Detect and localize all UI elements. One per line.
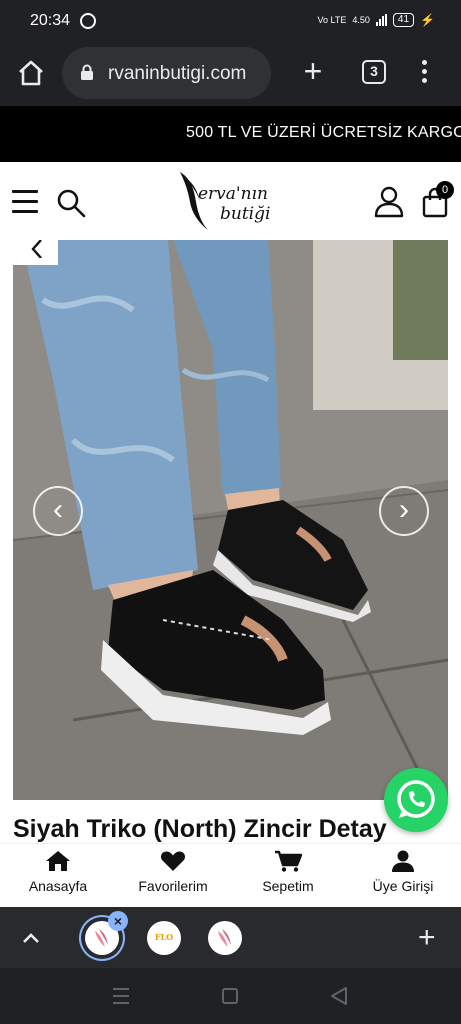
back-chip[interactable]: [13, 240, 58, 265]
address-bar[interactable]: rvaninbutigi.com: [62, 47, 271, 99]
nav-favorites[interactable]: Favorilerim: [118, 850, 228, 904]
status-indicators: Vo LTE 4.50 41 ⚡: [318, 13, 435, 27]
account-icon[interactable]: [374, 186, 404, 218]
tab-switcher-button[interactable]: 3: [362, 60, 386, 84]
hamburger-menu-icon[interactable]: [12, 190, 38, 214]
battery-level: 41: [392, 13, 415, 27]
system-home-icon[interactable]: [222, 988, 238, 1004]
slider-next-button[interactable]: ›: [379, 486, 429, 536]
flo-favicon-label: FLO: [154, 932, 174, 942]
nav-cart[interactable]: Sepetim: [233, 850, 343, 904]
home-icon: [46, 851, 70, 871]
status-bar: 20:34 Vo LTE 4.50 41 ⚡: [0, 0, 461, 44]
new-tab-button[interactable]: +: [298, 55, 328, 87]
tab-thumb-third[interactable]: [208, 921, 242, 955]
recents-icon[interactable]: [113, 988, 129, 1004]
site-header: erva'nın butiği: [0, 162, 461, 240]
lock-icon: [81, 64, 93, 80]
heart-icon: [160, 851, 186, 871]
system-navigation-bar: [0, 968, 461, 1024]
announcement-bar: 500 TL VE ÜZERİ ÜCRETSİZ KARGO: [0, 106, 461, 162]
signal-icon: [375, 14, 387, 26]
home-outline-icon: [19, 60, 43, 86]
bottom-nav: Anasayfa Favorilerim Sepetim Üye Girişi: [0, 843, 461, 907]
logo-line-2: butiği: [220, 204, 271, 224]
network-speed: 4.50: [352, 15, 370, 25]
nav-home[interactable]: Anasayfa: [3, 850, 113, 904]
whatsapp-notification-icon: [80, 13, 96, 29]
cart-count-badge: 0: [436, 181, 454, 199]
logo-line-1: erva'nın: [198, 184, 268, 204]
close-tab-icon[interactable]: ×: [108, 911, 128, 931]
chevron-left-icon: [31, 240, 42, 258]
url-text: rvaninbutigi.com: [108, 63, 247, 84]
cart-icon: [275, 850, 302, 872]
chevron-up-icon[interactable]: [20, 927, 42, 949]
network-label: Vo LTE: [317, 15, 347, 25]
screen: 20:34 Vo LTE 4.50 41 ⚡ rvaninbutigi.com …: [0, 0, 461, 1024]
announcement-text: 500 TL VE ÜZERİ ÜCRETSİZ KARGO: [186, 124, 461, 141]
status-time: 20:34: [30, 12, 71, 29]
whatsapp-icon: [397, 780, 435, 818]
charging-icon: ⚡: [420, 13, 435, 27]
slider-prev-button[interactable]: ‹: [33, 486, 83, 536]
nav-account-label: Üye Girişi: [372, 878, 434, 894]
add-tab-button[interactable]: +: [418, 923, 436, 953]
whatsapp-chat-button[interactable]: [384, 768, 448, 832]
browser-menu-button[interactable]: [414, 58, 434, 88]
system-back-icon[interactable]: [331, 987, 347, 1005]
nav-home-label: Anasayfa: [28, 878, 88, 894]
nav-cart-label: Sepetim: [262, 878, 314, 894]
tab-thumb-flo[interactable]: FLO: [147, 921, 181, 955]
nav-favorites-label: Favorilerim: [138, 878, 208, 894]
browser-toolbar: rvaninbutigi.com + 3: [0, 44, 461, 106]
wing-favicon-icon: [218, 929, 231, 947]
user-icon: [392, 850, 414, 872]
home-button[interactable]: [16, 58, 46, 88]
site-logo[interactable]: erva'nın butiği: [176, 168, 286, 234]
tab-strip: FLO +: [0, 907, 461, 968]
nav-account[interactable]: Üye Girişi: [348, 850, 458, 904]
search-icon[interactable]: [56, 188, 86, 218]
